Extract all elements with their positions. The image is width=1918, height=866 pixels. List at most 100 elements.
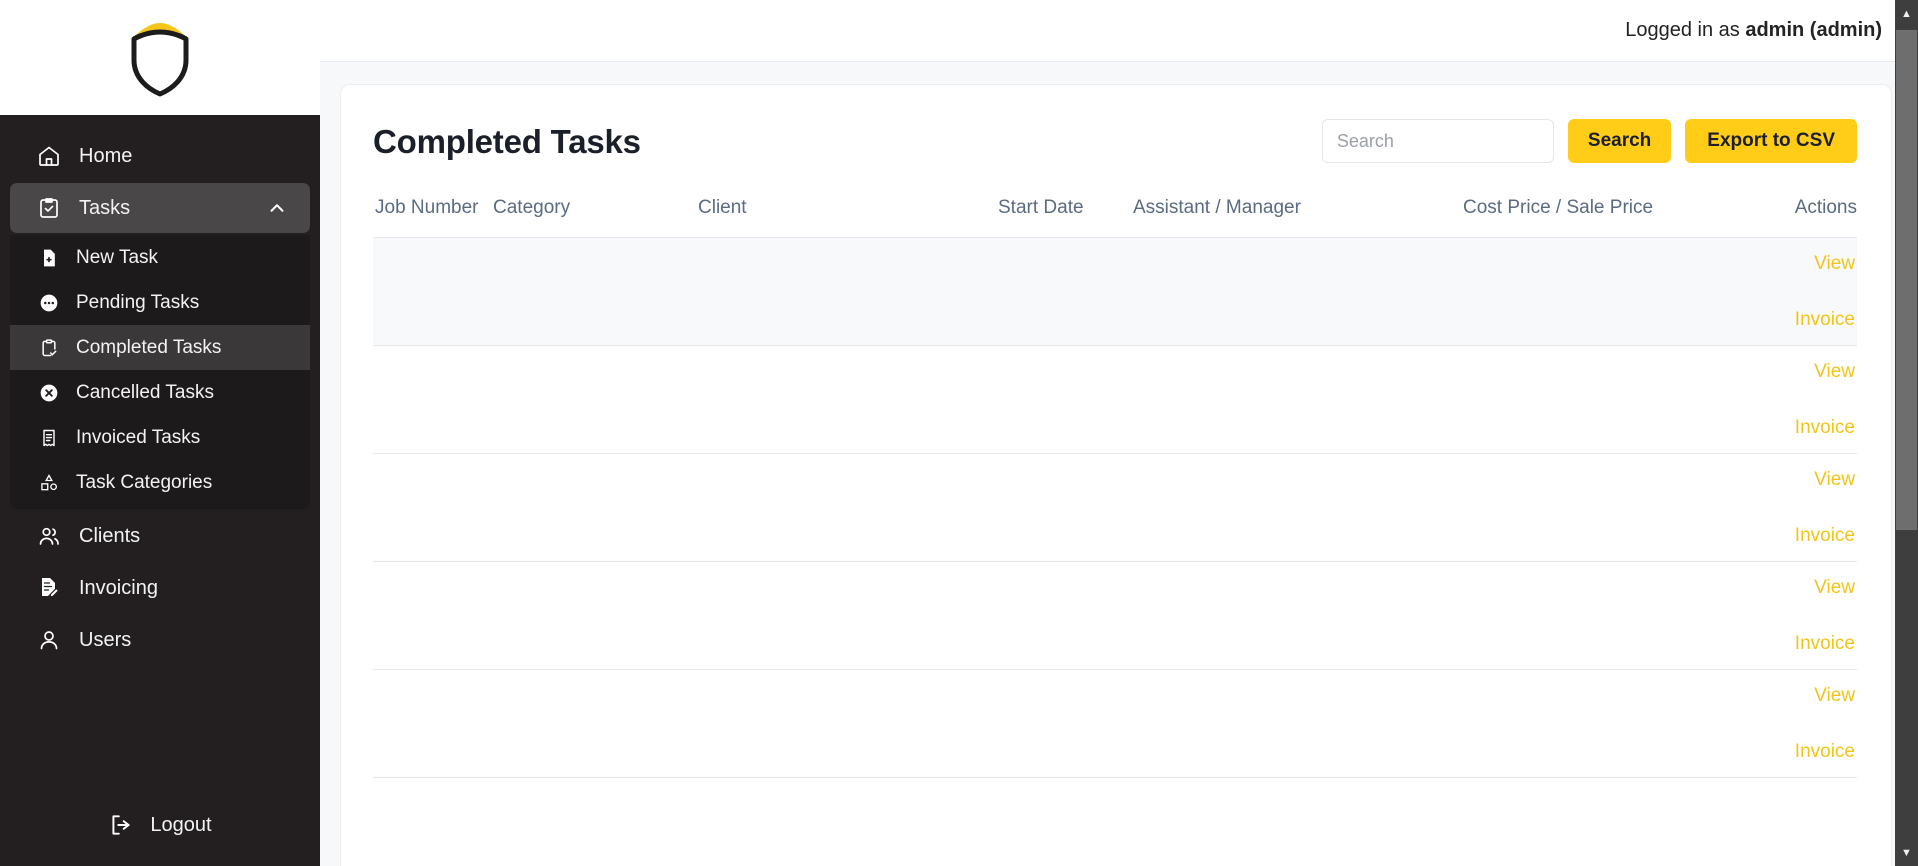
column-header-category: Category xyxy=(493,197,698,238)
export-to-csv-button[interactable]: Export to CSV xyxy=(1685,119,1857,163)
logout-icon xyxy=(108,812,134,838)
scroll-down-arrow-icon[interactable]: ▼ xyxy=(1895,841,1918,864)
cell-actions: View Invoice xyxy=(1693,453,1857,562)
home-icon xyxy=(36,143,62,169)
column-header-cost-sale-price: Cost Price / Sale Price xyxy=(1463,197,1693,238)
sidebar-item-clients[interactable]: Clients xyxy=(10,511,310,561)
logout-button[interactable]: Logout xyxy=(108,812,212,838)
logged-in-status: Logged in as admin (admin) xyxy=(1625,19,1882,42)
cell-start-date xyxy=(998,345,1133,454)
cell-category xyxy=(493,237,698,346)
sidebar-item-label: Invoicing xyxy=(79,576,158,599)
logged-in-prefix: Logged in as xyxy=(1625,19,1746,41)
chevron-up-icon[interactable] xyxy=(266,197,288,219)
sidebar-item-label: Tasks xyxy=(79,196,131,219)
sidebar-item-label: Home xyxy=(79,144,133,167)
cell-category xyxy=(493,561,698,670)
cell-assistant-manager xyxy=(1133,453,1463,562)
invoice-link[interactable]: Invoice xyxy=(1693,310,1855,329)
cell-start-date xyxy=(998,237,1133,346)
view-link[interactable]: View xyxy=(1693,362,1855,381)
cell-cost-sale-price xyxy=(1463,345,1693,454)
sidebar-item-tasks[interactable]: Tasks xyxy=(10,183,310,233)
page-title: Completed Tasks xyxy=(373,123,641,160)
scroll-up-arrow-icon[interactable]: ▲ xyxy=(1895,2,1918,25)
dots-circle-icon xyxy=(38,292,60,314)
view-link[interactable]: View xyxy=(1693,470,1855,489)
cell-cost-sale-price xyxy=(1463,237,1693,346)
sidebar-item-invoicing[interactable]: Invoicing xyxy=(10,563,310,613)
table-header-row: Job Number Category Client Start Date As… xyxy=(373,197,1857,238)
column-header-actions: Actions xyxy=(1693,197,1857,238)
sidebar-subitem-label: Completed Tasks xyxy=(76,336,222,358)
view-link[interactable]: View xyxy=(1693,686,1855,705)
cell-category xyxy=(493,453,698,562)
clipboard-tick-icon xyxy=(38,337,60,359)
sidebar-item-home[interactable]: Home xyxy=(10,131,310,181)
cell-client xyxy=(698,345,998,454)
search-input[interactable] xyxy=(1321,119,1554,163)
table-row: View Invoice xyxy=(373,561,1857,670)
completed-tasks-table: Job Number Category Client Start Date As… xyxy=(373,197,1857,778)
cell-job-number xyxy=(373,453,493,562)
cell-start-date xyxy=(998,453,1133,562)
users-icon xyxy=(36,523,62,549)
cell-actions: View Invoice xyxy=(1693,345,1857,454)
cell-cost-sale-price xyxy=(1463,561,1693,670)
sidebar-subitem-label: New Task xyxy=(76,246,159,268)
logout-area: Logout xyxy=(0,812,320,866)
view-link[interactable]: View xyxy=(1693,254,1855,273)
table-row: View Invoice xyxy=(373,345,1857,454)
table-row: View Invoice xyxy=(373,669,1857,778)
sidebar-item-users[interactable]: Users xyxy=(10,615,310,665)
cell-client xyxy=(698,453,998,562)
sidebar-item-invoiced-tasks[interactable]: Invoiced Tasks xyxy=(10,415,310,460)
sidebar-item-cancelled-tasks[interactable]: Cancelled Tasks xyxy=(10,370,310,415)
main-area: Logged in as admin (admin) Completed Tas… xyxy=(320,0,1918,866)
sidebar-item-pending-tasks[interactable]: Pending Tasks xyxy=(10,280,310,325)
shapes-icon xyxy=(38,472,60,494)
sidebar: Home Tasks New Task Pending Tasks Comple… xyxy=(0,0,320,866)
sidebar-item-completed-tasks[interactable]: Completed Tasks xyxy=(10,325,310,370)
cell-job-number xyxy=(373,669,493,778)
invoice-link[interactable]: Invoice xyxy=(1693,634,1855,653)
cell-start-date xyxy=(998,669,1133,778)
logout-label: Logout xyxy=(150,813,212,836)
card-header: Completed Tasks Search Export to CSV xyxy=(373,115,1857,163)
file-edit-icon xyxy=(36,575,62,601)
topbar: Logged in as admin (admin) xyxy=(320,0,1918,62)
sidebar-subitem-label: Invoiced Tasks xyxy=(76,426,201,448)
cell-category xyxy=(493,669,698,778)
cell-client xyxy=(698,561,998,670)
cell-assistant-manager xyxy=(1133,561,1463,670)
cell-client xyxy=(698,669,998,778)
invoice-link[interactable]: Invoice xyxy=(1693,526,1855,545)
cell-assistant-manager xyxy=(1133,669,1463,778)
table-row: View Invoice xyxy=(373,237,1857,346)
cell-actions: View Invoice xyxy=(1693,561,1857,670)
invoice-link[interactable]: Invoice xyxy=(1693,742,1855,761)
scrollbar-thumb[interactable] xyxy=(1896,30,1917,530)
sidebar-item-new-task[interactable]: New Task xyxy=(10,235,310,280)
sidebar-item-task-categories[interactable]: Task Categories xyxy=(10,460,310,505)
cell-client xyxy=(698,237,998,346)
page-scrollbar[interactable]: ▲ ▼ xyxy=(1895,0,1918,866)
content-card: Completed Tasks Search Export to CSV Job… xyxy=(340,84,1892,866)
cell-category xyxy=(493,345,698,454)
view-link[interactable]: View xyxy=(1693,578,1855,597)
sidebar-subitem-label: Task Categories xyxy=(76,471,213,493)
x-circle-icon xyxy=(38,382,60,404)
cell-assistant-manager xyxy=(1133,345,1463,454)
cell-job-number xyxy=(373,345,493,454)
table-row: View Invoice xyxy=(373,453,1857,562)
column-header-job-number: Job Number xyxy=(373,197,493,238)
cell-cost-sale-price xyxy=(1463,453,1693,562)
file-plus-icon xyxy=(38,247,60,269)
sidebar-subitem-label: Cancelled Tasks xyxy=(76,381,215,403)
search-button[interactable]: Search xyxy=(1567,119,1672,163)
cell-job-number xyxy=(373,561,493,670)
sidebar-subitem-label: Pending Tasks xyxy=(76,291,200,313)
sidebar-nav: Home Tasks New Task Pending Tasks Comple… xyxy=(0,115,320,812)
cell-actions: View Invoice xyxy=(1693,237,1857,346)
invoice-link[interactable]: Invoice xyxy=(1693,418,1855,437)
